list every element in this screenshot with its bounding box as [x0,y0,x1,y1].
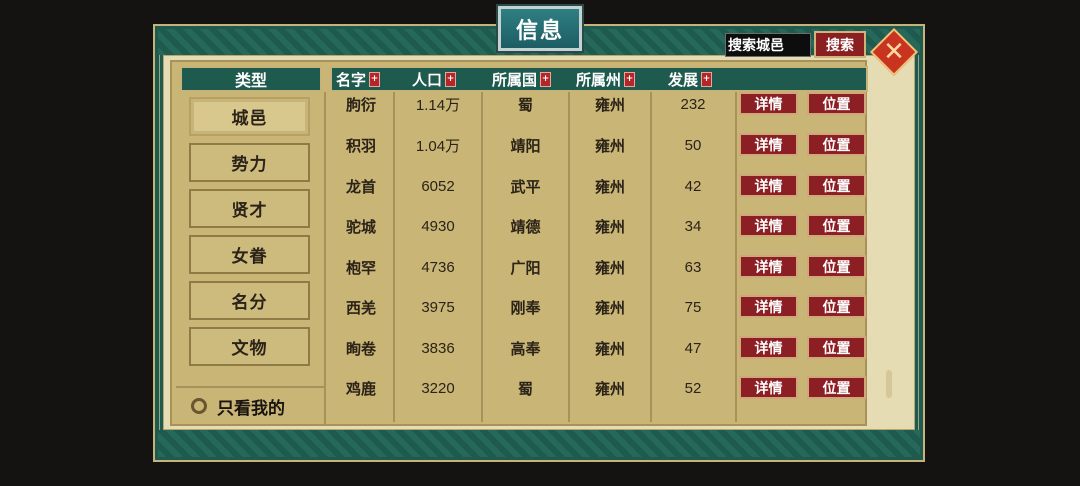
table-cell-population: 1.14万 [415,96,461,114]
column-header-country[interactable]: 所属国 + [492,68,552,90]
table-cell-province: 雍州 [594,95,625,114]
sort-icon[interactable]: + [445,71,457,87]
detail-button[interactable]: 详情 [739,295,798,318]
table-cell-population: 1.04万 [415,137,461,155]
table-cell-country: 蜀 [517,95,533,114]
table-cell-country: 武平 [510,177,541,196]
column-header-population[interactable]: 人口 + [412,68,457,90]
sidebar-item-faction[interactable]: 势力 [189,143,310,182]
table-cell-population: 4930 [421,217,455,235]
location-button[interactable]: 位置 [807,255,866,278]
detail-button[interactable]: 详情 [739,255,798,278]
table-cell-development: 42 [684,177,702,195]
location-button[interactable]: 位置 [807,92,866,115]
table-cell-country: 靖德 [510,217,541,236]
table-cell-population: 4736 [421,258,455,276]
table-cell-name: 鸡鹿 [345,379,376,398]
column-divider [735,92,737,422]
only-mine-toggle[interactable]: 只看我的 [176,386,326,424]
table-cell-province: 雍州 [594,136,625,155]
table-cell-name: 龙首 [345,177,376,196]
table-cell-development: 75 [684,298,702,316]
table-cell-country: 广阳 [510,258,541,277]
sidebar-item-women[interactable]: 女眷 [189,235,310,274]
table-cell-name: 驼城 [345,217,376,236]
column-header-development[interactable]: 发展 + [668,68,713,90]
detail-button[interactable]: 详情 [739,214,798,237]
table-cell-name: 积羽 [345,136,376,155]
table-cell-name: 枹罕 [345,258,376,277]
detail-button[interactable]: 详情 [739,376,798,399]
sidebar-item-relics[interactable]: 文物 [189,327,310,366]
location-button[interactable]: 位置 [807,376,866,399]
table-cell-development: 34 [684,217,702,235]
table-cell-population: 3975 [421,298,455,316]
detail-button[interactable]: 详情 [739,336,798,359]
table-cell-population: 3220 [421,379,455,397]
bottom-ornament-band [158,430,920,457]
table-cell-country: 靖阳 [510,136,541,155]
table-cell-province: 雍州 [594,217,625,236]
detail-button[interactable]: 详情 [739,92,798,115]
table-header: 名字 + 人口 + 所属国 + 所属州 + 发展 + [330,66,868,92]
table-cell-population: 6052 [421,177,455,195]
sort-icon[interactable]: + [701,71,713,87]
table-cell-development: 63 [684,258,702,276]
radio-icon[interactable] [191,398,207,414]
dialog-title: 信息 [496,4,584,53]
table-cell-development: 232 [680,95,706,113]
table-cell-name: 西羌 [345,298,376,317]
location-button[interactable]: 位置 [807,174,866,197]
search-input[interactable]: 搜索城邑 [725,33,811,57]
location-button[interactable]: 位置 [807,295,866,318]
detail-button[interactable]: 详情 [739,133,798,156]
table-cell-province: 雍州 [594,298,625,317]
column-header-name[interactable]: 名字 + [336,68,381,90]
sidebar-item-rank[interactable]: 名分 [189,281,310,320]
only-mine-label: 只看我的 [217,398,285,419]
location-button[interactable]: 位置 [807,214,866,237]
column-header-province[interactable]: 所属州 + [576,68,636,90]
table-cell-population: 3836 [421,339,455,357]
scroll-thumb[interactable] [886,370,892,398]
type-header: 类型 [180,66,322,92]
location-button[interactable]: 位置 [807,336,866,359]
table-cell-country: 蜀 [517,379,533,398]
table-cell-country: 高奉 [510,339,541,358]
table-cell-province: 雍州 [594,177,625,196]
sort-icon[interactable]: + [540,71,552,87]
detail-button[interactable]: 详情 [739,174,798,197]
search-button[interactable]: 搜索 [814,31,866,58]
close-icon[interactable]: ✕ [877,35,911,69]
sort-icon[interactable]: + [369,71,381,87]
sidebar-item-city[interactable]: 城邑 [189,97,310,136]
location-button[interactable]: 位置 [807,133,866,156]
table-cell-name: 朐衍 [345,95,376,114]
table-cell-province: 雍州 [594,339,625,358]
sort-icon[interactable]: + [624,71,636,87]
table-cell-development: 47 [684,339,702,357]
table-cell-name: 眴卷 [345,339,376,358]
table-cell-province: 雍州 [594,379,625,398]
table-cell-province: 雍州 [594,258,625,277]
sidebar-item-talent[interactable]: 贤才 [189,189,310,228]
table-cell-development: 50 [684,136,702,154]
table-cell-country: 刚奉 [510,298,541,317]
table-cell-development: 52 [684,379,702,397]
